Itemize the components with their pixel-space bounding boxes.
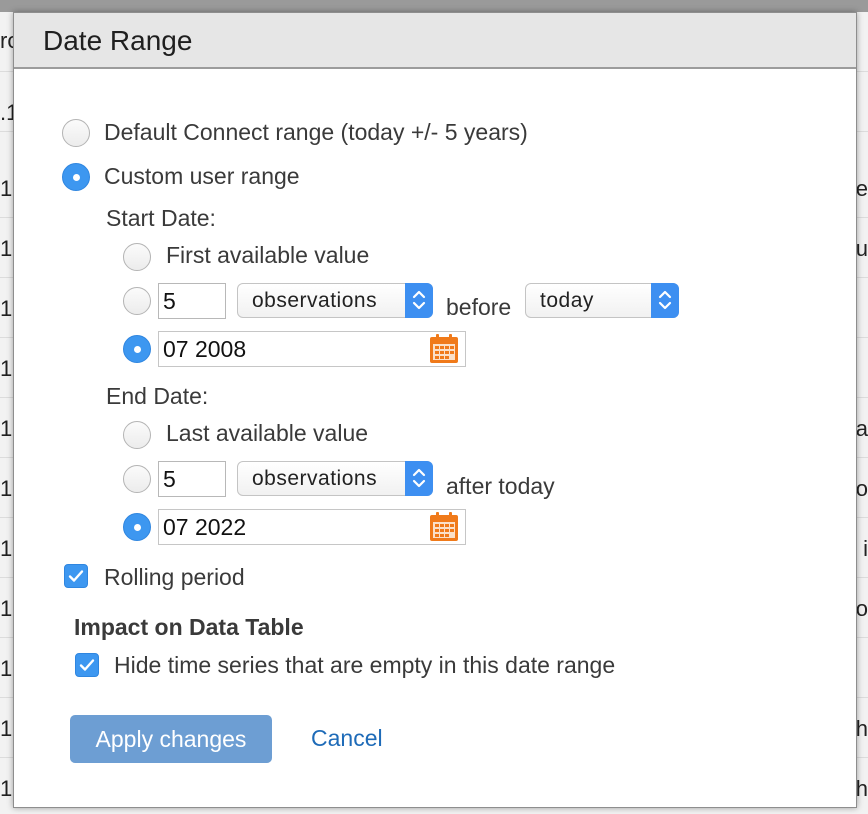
end-last-available-radio[interactable] xyxy=(123,421,151,449)
background-header-strip xyxy=(0,0,868,12)
table-cell: o xyxy=(855,476,868,501)
default-range-radio[interactable] xyxy=(62,119,90,147)
dialog-header: Date Range xyxy=(14,13,856,69)
calendar-icon[interactable] xyxy=(429,512,459,542)
start-first-available-radio[interactable] xyxy=(123,243,151,271)
table-cell: 1 xyxy=(0,296,13,321)
table-cell: 1 xyxy=(0,596,13,621)
table-cell: e xyxy=(855,176,868,201)
rolling-period-label: Rolling period xyxy=(104,564,245,590)
table-cell: i xyxy=(863,536,868,561)
table-cell: 1 xyxy=(0,716,13,741)
start-count-input[interactable]: 5 xyxy=(158,283,226,319)
start-anchor-value: today xyxy=(540,289,594,312)
table-cell: 1 xyxy=(0,476,13,501)
start-first-available-label: First available value xyxy=(166,242,370,268)
end-date-radio[interactable] xyxy=(123,513,151,541)
calendar-icon[interactable] xyxy=(429,334,459,364)
start-unit-select[interactable]: observations xyxy=(237,283,433,318)
table-cell: 1 xyxy=(0,356,13,381)
start-date-radio[interactable] xyxy=(123,335,151,363)
custom-range-radio[interactable] xyxy=(62,163,90,191)
end-unit-value: observations xyxy=(252,467,378,490)
table-cell: o xyxy=(855,596,868,621)
hide-empty-series-checkbox[interactable] xyxy=(75,653,99,677)
end-date-input[interactable]: 07 2022 xyxy=(158,509,466,545)
table-cell: u xyxy=(855,236,868,261)
custom-range-label: Custom user range xyxy=(104,163,300,189)
end-observations-radio[interactable] xyxy=(123,465,151,493)
table-cell: 1 xyxy=(0,776,13,801)
rolling-period-checkbox[interactable] xyxy=(64,564,88,588)
table-cell: 1 xyxy=(0,656,13,681)
table-cell: h xyxy=(855,776,868,801)
impact-heading: Impact on Data Table xyxy=(74,614,304,640)
before-label: before xyxy=(446,294,512,320)
end-date-value: 07 2022 xyxy=(163,514,247,540)
end-count-input[interactable]: 5 xyxy=(158,461,226,497)
cancel-link[interactable]: Cancel xyxy=(311,725,383,752)
after-today-label: after today xyxy=(446,473,555,499)
checkmark-icon xyxy=(68,570,84,582)
dialog-title: Date Range xyxy=(43,25,193,56)
default-range-label: Default Connect range (today +/- 5 years… xyxy=(104,119,528,145)
end-last-available-label: Last available value xyxy=(166,420,369,446)
start-date-input[interactable]: 07 2008 xyxy=(158,331,466,367)
end-date-heading: End Date: xyxy=(106,383,209,409)
start-date-heading: Start Date: xyxy=(106,205,216,231)
checkmark-icon xyxy=(79,659,95,671)
start-unit-value: observations xyxy=(252,289,378,312)
select-arrows-icon xyxy=(651,283,679,318)
start-observations-radio[interactable] xyxy=(123,287,151,315)
table-cell: h xyxy=(855,716,868,741)
table-cell: a xyxy=(855,416,868,441)
table-cell: 1 xyxy=(0,536,13,561)
apply-changes-button[interactable]: Apply changes xyxy=(70,715,272,763)
date-range-dialog: Date Range Default Connect range (today … xyxy=(13,12,857,808)
table-cell: 1 xyxy=(0,176,13,201)
select-arrows-icon xyxy=(405,283,433,318)
table-cell: 1 xyxy=(0,236,13,261)
start-date-value: 07 2008 xyxy=(163,336,247,362)
hide-empty-series-label: Hide time series that are empty in this … xyxy=(114,652,616,678)
start-anchor-select[interactable]: today xyxy=(525,283,679,318)
select-arrows-icon xyxy=(405,461,433,496)
end-unit-select[interactable]: observations xyxy=(237,461,433,496)
table-cell: 1 xyxy=(0,416,13,441)
